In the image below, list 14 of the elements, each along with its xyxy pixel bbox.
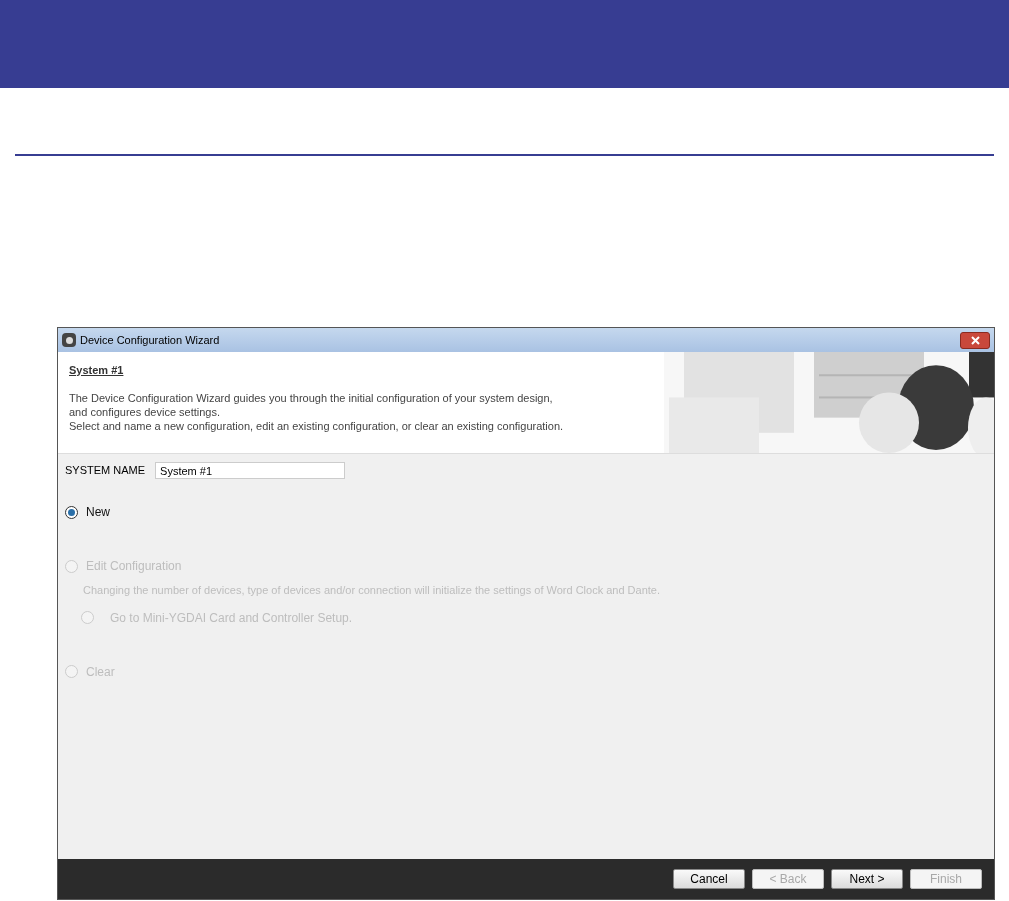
close-button[interactable] — [960, 331, 990, 349]
wizard-button[interactable]: Cancel — [673, 869, 745, 889]
description-text: Select and name a new configuration, edit an existing configuration, or clear an existing configuration. — [69, 418, 565, 433]
window-title: Device Configuration Wizard — [80, 332, 220, 348]
radio-button[interactable] — [65, 505, 78, 519]
wizard-button[interactable]: Next > — [831, 869, 903, 889]
system-name-field[interactable]: System #1 — [155, 462, 346, 479]
field-label: SYSTEM NAME — [65, 463, 146, 479]
close-icon — [970, 335, 980, 345]
description-text: and configures device settings. — [69, 404, 222, 419]
app-icon — [62, 333, 76, 347]
option-label: New — [86, 504, 110, 521]
description-text: The Device Configuration Wizard guides you through the initial configuration of your system design, — [69, 390, 554, 405]
header-heading: System #1 — [69, 363, 125, 378]
